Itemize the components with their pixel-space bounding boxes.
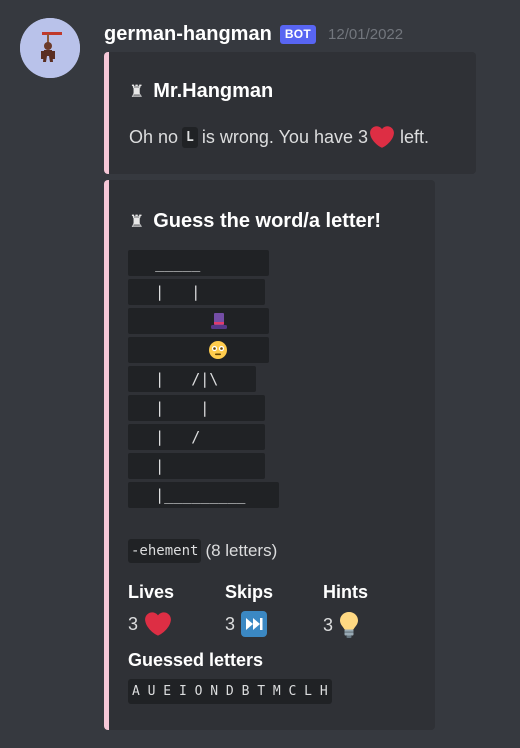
- heart-icon: [370, 126, 394, 148]
- light-bulb-icon: [340, 612, 359, 638]
- lives-value: 3: [128, 613, 139, 634]
- word-code: -ehement: [128, 539, 202, 563]
- message-header: german-hangman BOT 12/01/2022: [104, 20, 403, 48]
- embed-game: ♜ Guess the word/a letter! _____ | | | |: [104, 180, 435, 730]
- desc-text-middle: is wrong. You have 3: [201, 126, 368, 147]
- gallows-line: |_________: [128, 482, 279, 508]
- top-hat-icon: [211, 313, 227, 329]
- hanging-man-avatar-icon: [20, 18, 80, 78]
- desc-text-after: left.: [400, 126, 430, 147]
- gallows-line: _____: [128, 250, 269, 276]
- chess-pawn-icon: ♜: [129, 211, 145, 232]
- field-hints: Hints 3: [323, 582, 368, 639]
- gallows-line: | /|\: [128, 366, 256, 392]
- username[interactable]: german-hangman: [104, 23, 272, 46]
- bot-badge: BOT: [279, 24, 317, 44]
- chess-pawn-icon: ♜: [129, 81, 145, 102]
- desc-text-before: Oh no: [129, 126, 179, 147]
- field-name: Skips: [225, 582, 274, 602]
- wrong-letter-code: L: [182, 126, 198, 148]
- gallows-line: |: [128, 337, 269, 385]
- word-progress: -ehement (8 letters): [128, 539, 277, 563]
- skips-value: 3: [225, 613, 236, 634]
- field-name: Lives: [128, 582, 175, 602]
- embed-title-text: Guess the word/a letter!: [153, 210, 382, 232]
- embed-description: Oh no L is wrong. You have 3 left.: [129, 125, 429, 149]
- field-name: Guessed letters: [128, 650, 264, 670]
- gallows-line: | |: [128, 395, 265, 421]
- gallows-line: | /: [128, 424, 265, 450]
- flushed-face-icon: [209, 341, 227, 359]
- field-name: Hints: [323, 582, 368, 602]
- guessed-letters-code: A U E I O N D B T M C L H: [128, 679, 332, 704]
- hints-value: 3: [323, 614, 334, 635]
- field-value: 3: [128, 611, 174, 637]
- guessed-letters-field: Guessed letters A U E I O N D B T M C L …: [128, 650, 332, 704]
- gallows-line: | |: [128, 279, 265, 305]
- field-lives: Lives 3: [128, 582, 174, 637]
- gallows-line: |: [128, 308, 269, 356]
- next-track-icon: [241, 611, 268, 637]
- timestamp[interactable]: 12/01/2022: [328, 26, 403, 43]
- embed-title: ♜ Guess the word/a letter!: [129, 210, 381, 233]
- embed-title: ♜ Mr.Hangman: [129, 80, 273, 103]
- embed-wrong-letter: ♜ Mr.Hangman Oh no L is wrong. You have …: [104, 52, 476, 174]
- field-value: 3: [225, 611, 273, 637]
- gallows-line: |: [128, 453, 265, 479]
- embed-title-text: Mr.Hangman: [153, 80, 274, 102]
- avatar[interactable]: [20, 18, 80, 78]
- word-length: (8 letters): [205, 541, 278, 560]
- field-value: 3: [323, 611, 368, 639]
- heart-icon: [145, 612, 171, 636]
- field-skips: Skips 3: [225, 582, 273, 637]
